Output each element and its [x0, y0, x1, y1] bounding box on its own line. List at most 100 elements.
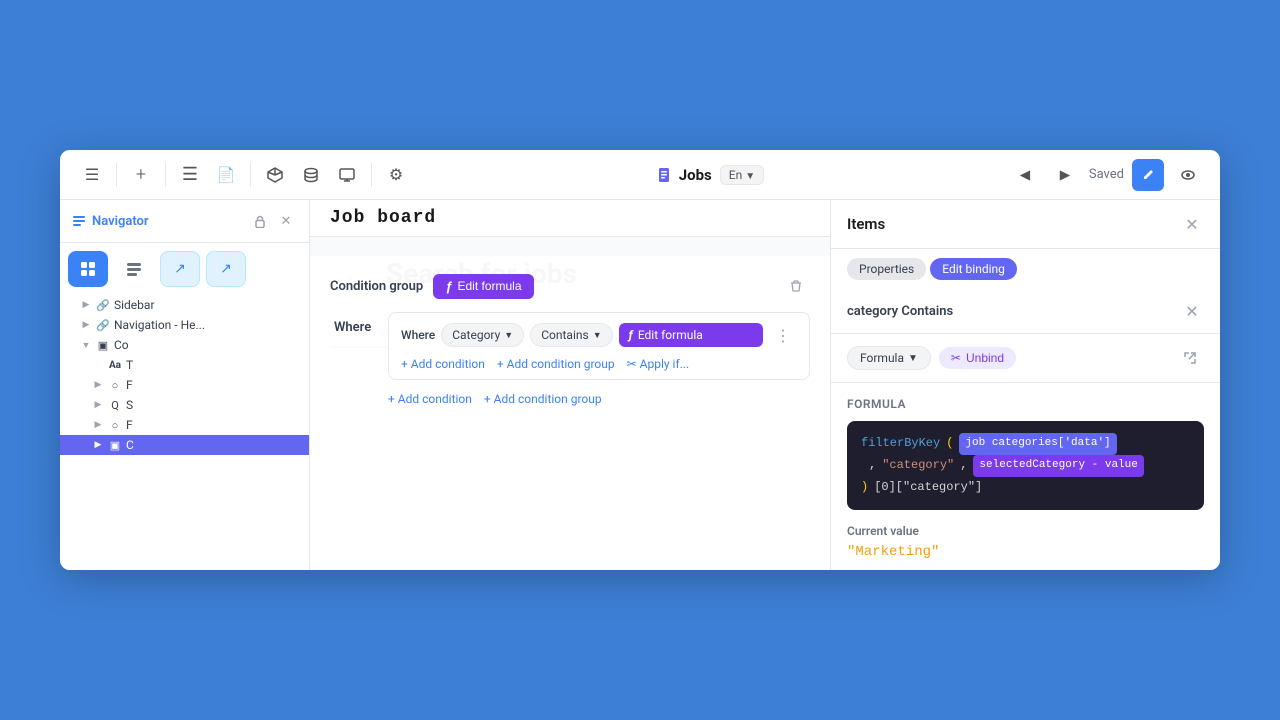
nav-tab-grid[interactable] — [68, 251, 108, 287]
outer-add-condition-link[interactable]: + Add condition — [388, 392, 472, 406]
preview-button[interactable] — [1172, 159, 1204, 191]
tree-label-c: C — [126, 438, 134, 452]
formula-block: filterByKey ( job categories['data'] , "… — [847, 421, 1204, 510]
panel-body: Formula filterByKey ( job categories['da… — [831, 383, 1220, 570]
tree-icon-nav: 🔗 — [96, 318, 110, 332]
main-area: Navigator ✕ — [60, 200, 1220, 570]
condition-row: Where Category ▼ Contains ▼ ƒ — [401, 321, 797, 349]
list-icon[interactable]: ☰ — [174, 159, 206, 191]
settings-icon[interactable]: ⚙ — [380, 159, 412, 191]
tree-icon-search: Q — [108, 398, 122, 412]
formula-controls-row: Formula ▼ ✂ Unbind — [831, 334, 1220, 383]
tree-icon-co: ▣ — [96, 338, 110, 352]
divider-1 — [116, 163, 117, 187]
tree-label-co: Co — [114, 338, 129, 352]
canvas-area: Job board Search for jobs Browse all Sav… — [310, 200, 830, 570]
divider-3 — [250, 163, 251, 187]
current-value: "Marketing" — [847, 544, 1204, 560]
navigator-icon — [72, 214, 86, 228]
tree-label-f1: F — [126, 378, 133, 392]
edit-formula-btn[interactable]: ƒ Edit formula — [433, 274, 533, 299]
tree-arrow: ▶ — [80, 299, 92, 311]
edit-button[interactable] — [1132, 159, 1164, 191]
next-button[interactable]: ▶ — [1049, 159, 1081, 191]
database-icon[interactable] — [295, 159, 327, 191]
expand-formula-btn[interactable] — [1176, 344, 1204, 372]
formula-section-title: Formula — [847, 397, 1204, 411]
unbind-button[interactable]: ✂ Unbind — [939, 347, 1016, 369]
tree-item-c-active[interactable]: ▶ ▣ C — [60, 435, 309, 455]
category-contains-header: category Contains ✕ — [831, 289, 1220, 334]
tree-item-s[interactable]: ▶ Q S — [60, 395, 309, 415]
tree-item-navigation[interactable]: ▶ 🔗 Navigation - He... — [60, 315, 309, 335]
formula-select[interactable]: Formula ▼ — [847, 346, 931, 370]
close-category-btn[interactable]: ✕ — [1180, 299, 1204, 323]
navigator-title: Navigator — [92, 214, 243, 229]
tree-icon-rect: ▣ — [108, 438, 122, 452]
canvas-header: Job board — [310, 200, 830, 237]
toolbar: ☰ + ☰ 📄 — [60, 150, 1220, 200]
tree-item-f2[interactable]: ▶ ○ F — [60, 415, 309, 435]
nav-tab-arrow1[interactable]: ↗ — [160, 251, 200, 287]
outer-add-condition-group-link[interactable]: + Add condition group — [484, 392, 602, 406]
tree-icon-circle2: ○ — [108, 418, 122, 432]
category-dropdown[interactable]: Category ▼ — [441, 323, 524, 347]
tree-label-t: T — [126, 358, 133, 372]
f-string1: "category" — [882, 455, 954, 477]
tree-label-sidebar: Sidebar — [114, 298, 155, 312]
toolbar-center: Jobs En ▼ — [420, 165, 1001, 185]
f-chip2[interactable]: selectedCategory - value — [973, 455, 1143, 477]
tree-item-f1[interactable]: ▶ ○ F — [60, 375, 309, 395]
tree-label-navigation: Navigation - He... — [114, 318, 205, 332]
tree-arrow-t — [92, 359, 104, 371]
tree-icon-circle1: ○ — [108, 378, 122, 392]
f-paren-open: ( — [946, 433, 953, 455]
outer-actions: + Add condition + Add condition group — [330, 392, 810, 406]
more-options-btn[interactable]: ⋮ — [769, 321, 797, 349]
tree-item-co[interactable]: ▼ ▣ Co — [60, 335, 309, 355]
menu-icon[interactable]: ☰ — [76, 159, 108, 191]
toolbar-left: ☰ + ☰ 📄 — [76, 159, 412, 191]
prev-button[interactable]: ◀ — [1009, 159, 1041, 191]
items-tab-edit[interactable]: Edit binding — [930, 258, 1017, 280]
add-condition-link[interactable]: + Add condition — [401, 357, 485, 371]
category-contains-title: category Contains — [847, 304, 1172, 319]
where-outer-label: Where — [330, 312, 380, 343]
condition-overlay: Condition group ƒ Edit formula Where — [310, 256, 830, 570]
formula-line-3: ) [0]["category"] — [861, 477, 1190, 499]
delete-condition-group-btn[interactable] — [782, 272, 810, 300]
screen-icon[interactable] — [331, 159, 363, 191]
navigator-panel: Navigator ✕ — [60, 200, 310, 570]
add-icon[interactable]: + — [125, 159, 157, 191]
saved-status: Saved — [1089, 167, 1124, 182]
tree-label-s: S — [126, 398, 133, 412]
contains-dropdown[interactable]: Contains ▼ — [530, 323, 612, 347]
formula-line-2: , "category" , selectedCategory - value — [861, 455, 1190, 477]
condition-group-row: Condition group ƒ Edit formula — [330, 272, 810, 300]
tree-arrow-s: ▶ — [92, 399, 104, 411]
navigator-header-icons: ✕ — [249, 210, 297, 232]
component-icon[interactable] — [259, 159, 291, 191]
divider-4 — [371, 163, 372, 187]
current-value-label: Current value — [847, 524, 1204, 538]
lock-icon[interactable] — [249, 210, 271, 232]
close-panel-btn[interactable]: ✕ — [1180, 212, 1204, 236]
file-icon — [657, 167, 673, 183]
tree-item-sidebar[interactable]: ▶ 🔗 Sidebar — [60, 295, 309, 315]
items-tab-1[interactable]: Properties — [847, 258, 926, 280]
f-chip1[interactable]: job categories['data'] — [959, 433, 1116, 455]
nav-tab-list[interactable] — [114, 251, 154, 287]
formula-input-box[interactable]: ƒ Edit formula — [619, 323, 763, 347]
close-navigator-icon[interactable]: ✕ — [275, 210, 297, 232]
navigator-header: Navigator ✕ — [60, 200, 309, 243]
doc-icon[interactable]: 📄 — [210, 159, 242, 191]
add-condition-group-link[interactable]: + Add condition group — [497, 357, 615, 371]
formula-line-1: filterByKey ( job categories['data'] — [861, 433, 1190, 455]
tree-item-t[interactable]: Aa T — [60, 355, 309, 375]
app-title: Jobs — [657, 166, 712, 184]
lang-selector[interactable]: En ▼ — [720, 165, 764, 185]
apply-if-link[interactable]: ✂ Apply if... — [627, 357, 690, 371]
navigator-tabs: ↗ ↗ — [60, 243, 309, 291]
nav-tab-arrow2[interactable]: ↗ — [206, 251, 246, 287]
items-tabs-row: Properties Edit binding — [831, 249, 1220, 289]
